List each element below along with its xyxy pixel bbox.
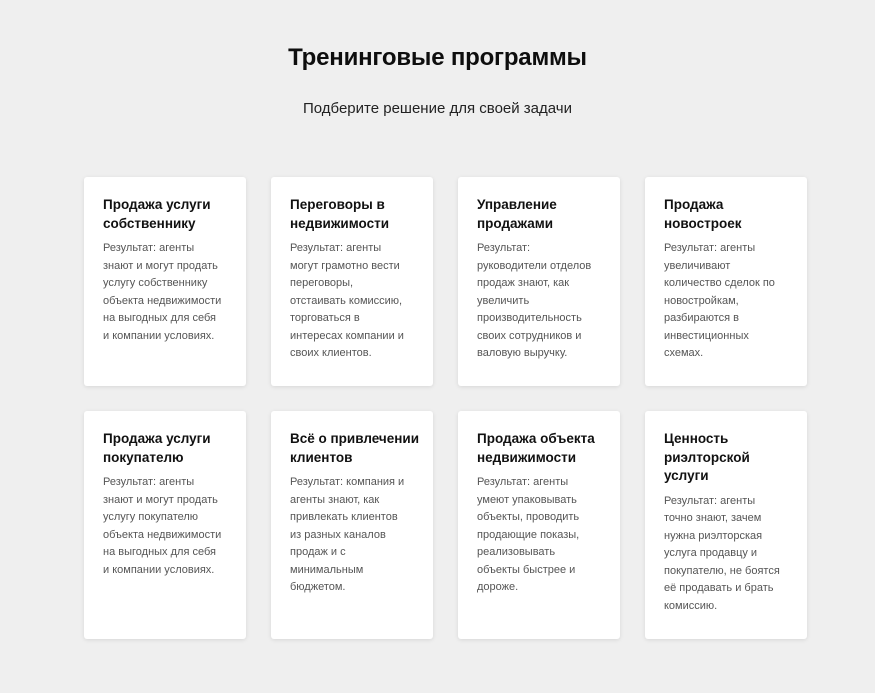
program-card-description-line: продаж знают, как bbox=[477, 277, 570, 289]
program-card-description-line: продаж и с bbox=[290, 546, 346, 558]
program-card-description-line: её продавать и брать bbox=[664, 582, 774, 594]
program-card-description: Результат: агенты могут грамотно вести пер… bbox=[290, 240, 419, 363]
page-subtitle: Подберите решение для своей задачи bbox=[303, 100, 572, 117]
program-card-description-line: из разных каналов bbox=[290, 528, 386, 541]
program-card-title-line: Продажа услуги bbox=[103, 197, 211, 212]
program-card-description-line: количество сделок по bbox=[664, 277, 775, 289]
program-card-description: Результат: руководители отделов продаж зна… bbox=[477, 240, 606, 363]
program-card-description-line: объекты, проводить bbox=[477, 511, 580, 523]
program-card-title-line: клиентов bbox=[290, 449, 353, 465]
program-card-description-line: знают и могут продать bbox=[103, 259, 218, 272]
program-card[interactable]: Продажа услуги покупателю Результат: агент… bbox=[84, 411, 246, 639]
program-card-title-line: продажами bbox=[477, 215, 554, 231]
program-card-description-line: Результат: агенты bbox=[103, 476, 195, 488]
program-card-title: Продажа объекта недвижимости bbox=[477, 430, 606, 467]
program-card-description-line: Результат: компания и bbox=[290, 476, 405, 488]
program-card[interactable]: Управление продажами Результат: руководител… bbox=[458, 177, 620, 386]
program-card-description-line: увеличивают bbox=[664, 259, 731, 272]
program-card-description-line: услугу покупателю bbox=[103, 511, 199, 523]
program-card-title-line: Переговоры в bbox=[290, 197, 385, 212]
program-card[interactable]: Продажа объекта недвижимости Результат: аг… bbox=[458, 411, 620, 639]
program-card[interactable]: Продажа услуги собственнику Результат: аге… bbox=[84, 177, 246, 386]
program-card-title-line: Продажа bbox=[664, 197, 724, 212]
program-card-description-line: объекта недвижимости bbox=[103, 294, 222, 307]
program-card-description-line: знают и могут продать bbox=[103, 493, 218, 506]
program-card-title-line: новостроек bbox=[664, 215, 742, 231]
program-card-description-line: услугу собственнику bbox=[103, 277, 208, 289]
program-card-description-line: инвестиционных bbox=[664, 329, 749, 342]
program-card-title: Ценность риэлторской услуги bbox=[664, 430, 793, 486]
program-card-description-line: своих сотрудников и bbox=[477, 329, 582, 342]
program-card-title-line: недвижимости bbox=[290, 215, 389, 231]
program-card-description: Результат: агенты увеличивают количество с… bbox=[664, 240, 793, 363]
program-card-title: Управление продажами bbox=[477, 196, 606, 233]
program-card-description-line: покупателю, не боятся bbox=[664, 564, 780, 577]
program-card-title: Продажа услуги покупателю bbox=[103, 430, 232, 467]
program-card-description-line: дороже. bbox=[477, 581, 519, 593]
program-card-description-line: схемах. bbox=[664, 347, 704, 359]
program-card-description-line: бюджетом. bbox=[290, 581, 346, 593]
program-card-description-line: нужна риэлторская bbox=[664, 529, 763, 542]
program-card-title-line: Управление bbox=[477, 197, 557, 212]
program-card-description-line: Результат: агенты bbox=[664, 494, 756, 507]
program-card-description: Результат: агенты умеют упаковывать объект… bbox=[477, 474, 606, 597]
program-card-description: Результат: агенты знают и могут продать ус… bbox=[103, 474, 232, 579]
program-card-title-line: собственнику bbox=[103, 215, 196, 231]
program-card-description-line: могут грамотно вести bbox=[290, 259, 400, 272]
program-card-description-line: производительность bbox=[477, 312, 582, 324]
program-card-title-line: Всё о привлечении bbox=[290, 431, 420, 446]
program-card-title: Переговоры в недвижимости bbox=[290, 196, 419, 233]
program-card-description-line: умеют упаковывать bbox=[477, 493, 577, 506]
program-card-title-line: недвижимости bbox=[477, 449, 576, 465]
program-card-title-line: Продажа услуги bbox=[103, 431, 211, 446]
program-card-description-line: отстаивать комиссию, bbox=[290, 294, 403, 307]
program-card-description-line: торговаться в bbox=[290, 312, 360, 324]
program-card-title: Продажа услуги собственнику bbox=[103, 196, 232, 233]
program-card-title-line: услуги bbox=[664, 468, 709, 483]
program-card-description-line: валовую выручку. bbox=[477, 347, 568, 359]
program-card[interactable]: Переговоры в недвижимости Результат: агент… bbox=[271, 177, 433, 386]
program-card-description-line: комиссию. bbox=[664, 599, 718, 612]
program-card-description-line: на выгодных для себя bbox=[103, 546, 216, 558]
program-card-description: Результат: компания и агенты знают, как пр… bbox=[290, 474, 419, 597]
program-card-description-line: и компании условиях. bbox=[103, 563, 215, 576]
program-card-description-line: новостройкам, bbox=[664, 294, 739, 307]
program-card-description-line: Результат: агенты bbox=[477, 476, 569, 488]
program-card-description-line: разбираются в bbox=[664, 312, 739, 324]
program-card-description-line: объекта недвижимости bbox=[103, 528, 222, 541]
program-card-description-line: услуга продавцу и bbox=[664, 547, 758, 559]
program-card-title-line: риэлторской bbox=[664, 449, 750, 465]
program-card-description-line: привлекать клиентов bbox=[290, 511, 398, 523]
program-card-description-line: переговоры, bbox=[290, 277, 354, 289]
program-card-description-line: минимальным bbox=[290, 563, 364, 576]
program-card-description-line: увеличить bbox=[477, 294, 530, 307]
program-card-description-line: Результат: агенты bbox=[664, 242, 756, 254]
program-card-description-line: Результат: агенты bbox=[290, 242, 382, 254]
program-card-title-line: Ценность bbox=[664, 431, 729, 446]
program-card-description-line: руководители отделов bbox=[477, 259, 592, 272]
program-card-title: Продажа новостроек bbox=[664, 196, 793, 233]
program-card-description-line: на выгодных для себя bbox=[103, 312, 216, 324]
program-card[interactable]: Всё о привлечении клиентов Результат: комп… bbox=[271, 411, 433, 639]
program-card[interactable]: Ценность риэлторской услуги Результат: аген… bbox=[645, 411, 807, 639]
program-card-description-line: реализовывать bbox=[477, 546, 556, 558]
program-card-description-line: своих клиентов. bbox=[290, 347, 372, 359]
program-card-description-line: объекты быстрее и bbox=[477, 563, 576, 576]
program-card-description-line: Результат: агенты bbox=[103, 242, 195, 254]
program-card-title: Всё о привлечении клиентов bbox=[290, 430, 419, 467]
program-card-description-line: агенты знают, как bbox=[290, 493, 380, 506]
program-card-description-line: продающие показы, bbox=[477, 528, 580, 541]
program-card-description: Результат: агенты точно знают, зачем нужна… bbox=[664, 493, 793, 616]
program-card-title-line: покупателю bbox=[103, 449, 184, 465]
program-card[interactable]: Продажа новостроек Результат: агенты увелич… bbox=[645, 177, 807, 386]
programs-grid: Продажа услуги собственнику Результат: аге… bbox=[84, 177, 809, 639]
program-card-description: Результат: агенты знают и могут продать ус… bbox=[103, 240, 232, 345]
program-card-title-line: Продажа объекта bbox=[477, 431, 595, 446]
program-card-description-line: Результат: bbox=[477, 242, 531, 254]
program-card-description-line: интересах компании и bbox=[290, 329, 404, 342]
page-title: Тренинговые программы bbox=[288, 44, 587, 71]
program-card-description-line: точно знают, зачем bbox=[664, 512, 762, 524]
program-card-description-line: и компании условиях. bbox=[103, 329, 215, 342]
